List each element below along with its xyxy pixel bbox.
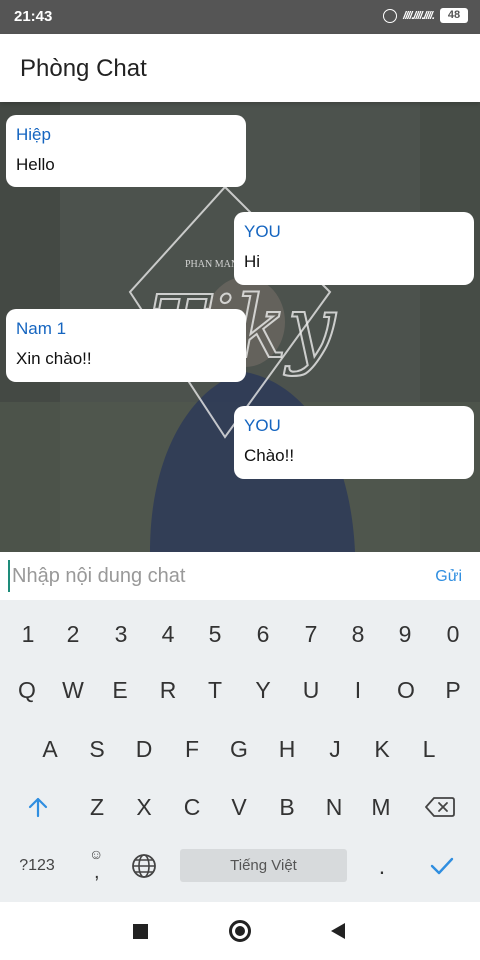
key-l[interactable]: L	[407, 725, 451, 773]
message-text: Hello	[16, 155, 55, 174]
keyboard-row-3: Z X C V B N M	[0, 783, 480, 831]
message-sender: YOU	[244, 222, 281, 241]
key-y[interactable]: Y	[241, 666, 285, 714]
key-o[interactable]: O	[384, 666, 428, 714]
message-text: Hi	[244, 252, 261, 271]
enter-key[interactable]	[420, 842, 464, 890]
language-key[interactable]	[122, 842, 166, 890]
key-v[interactable]: V	[217, 783, 261, 831]
key-e[interactable]: E	[98, 666, 142, 714]
key-k[interactable]: K	[360, 725, 404, 773]
message-sender: YOU	[244, 416, 281, 435]
space-key[interactable]: Tiếng Việt	[180, 849, 347, 882]
keyboard-number-row: 1 2 3 4 5 6 7 8 9 0	[0, 610, 480, 658]
globe-icon	[132, 854, 156, 878]
key-a[interactable]: A	[28, 725, 72, 773]
key-w[interactable]: W	[51, 666, 95, 714]
alarm-icon	[383, 8, 398, 23]
nav-home-icon[interactable]	[229, 920, 251, 942]
send-button[interactable]: Gửi	[435, 568, 462, 586]
key-9[interactable]: 9	[383, 610, 427, 658]
background-art-small-text: PHAN MAN	[185, 259, 238, 270]
symbols-key[interactable]: ?123	[15, 842, 59, 890]
key-5[interactable]: 5	[193, 610, 237, 658]
chat-screen: 21:43 ////.////.////. 48 Phòng Chat PHAN…	[0, 0, 480, 960]
key-0[interactable]: 0	[431, 610, 475, 658]
message-text: Xin chào!!	[16, 349, 92, 368]
battery-icon: 48	[440, 8, 468, 23]
key-x[interactable]: X	[122, 783, 166, 831]
message-bubble[interactable]: Hiệp Hello	[6, 115, 246, 187]
key-r[interactable]: R	[146, 666, 190, 714]
key-2[interactable]: 2	[51, 610, 95, 658]
comma-label: ,	[94, 861, 100, 883]
message-input[interactable]	[8, 560, 408, 592]
key-z[interactable]: Z	[75, 783, 119, 831]
backspace-key[interactable]	[418, 783, 462, 831]
key-j[interactable]: J	[313, 725, 357, 773]
app-bar: Phòng Chat	[0, 34, 480, 102]
key-3[interactable]: 3	[99, 610, 143, 658]
key-q[interactable]: Q	[5, 666, 49, 714]
nav-recents-icon[interactable]	[133, 924, 148, 939]
shift-key[interactable]	[16, 783, 60, 831]
keyboard-row-1: Q W E R T Y U I O P	[0, 666, 480, 714]
status-icons: ////.////.////. 48	[383, 8, 468, 23]
message-bubble[interactable]: YOU Chào!!	[234, 406, 474, 479]
key-n[interactable]: N	[312, 783, 356, 831]
keyboard-row-2: A S D F G H J K L	[0, 725, 480, 773]
message-input-bar: Gửi	[0, 552, 480, 600]
key-8[interactable]: 8	[336, 610, 380, 658]
message-text: Chào!!	[244, 446, 295, 465]
status-time: 21:43	[14, 8, 53, 25]
nav-back-icon[interactable]	[331, 923, 345, 939]
key-7[interactable]: 7	[289, 610, 333, 658]
enter-check-icon	[430, 857, 454, 875]
message-sender: Hiệp	[16, 125, 51, 144]
system-navigation-bar	[0, 902, 480, 960]
key-1[interactable]: 1	[6, 610, 50, 658]
page-title: Phòng Chat	[20, 55, 147, 82]
message-bubble[interactable]: Nam 1 Xin chào!!	[6, 309, 246, 382]
key-f[interactable]: F	[170, 725, 214, 773]
signal-icon: ////.////.////.	[403, 9, 435, 22]
backspace-icon	[425, 797, 455, 817]
key-p[interactable]: P	[431, 666, 475, 714]
period-key[interactable]: .	[360, 842, 404, 890]
key-d[interactable]: D	[122, 725, 166, 773]
key-h[interactable]: H	[265, 725, 309, 773]
key-u[interactable]: U	[289, 666, 333, 714]
message-sender: Nam 1	[16, 319, 67, 338]
key-6[interactable]: 6	[241, 610, 285, 658]
key-i[interactable]: I	[336, 666, 380, 714]
key-s[interactable]: S	[75, 725, 119, 773]
message-bubble[interactable]: YOU Hi	[234, 212, 474, 285]
emoji-comma-key[interactable]: ☺ ,	[75, 842, 119, 890]
key-t[interactable]: T	[193, 666, 237, 714]
on-screen-keyboard: 1 2 3 4 5 6 7 8 9 0 Q W E R T Y U I O P …	[0, 600, 480, 902]
key-c[interactable]: C	[170, 783, 214, 831]
shift-icon	[28, 797, 48, 818]
key-4[interactable]: 4	[146, 610, 190, 658]
key-b[interactable]: B	[265, 783, 309, 831]
key-g[interactable]: G	[217, 725, 261, 773]
chat-messages-area[interactable]: PHAN MAN Tiky Hiệp Hello YOU Hi Nam 1 Xi…	[0, 102, 480, 552]
status-bar: 21:43 ////.////.////. 48	[0, 0, 480, 34]
key-m[interactable]: M	[359, 783, 403, 831]
